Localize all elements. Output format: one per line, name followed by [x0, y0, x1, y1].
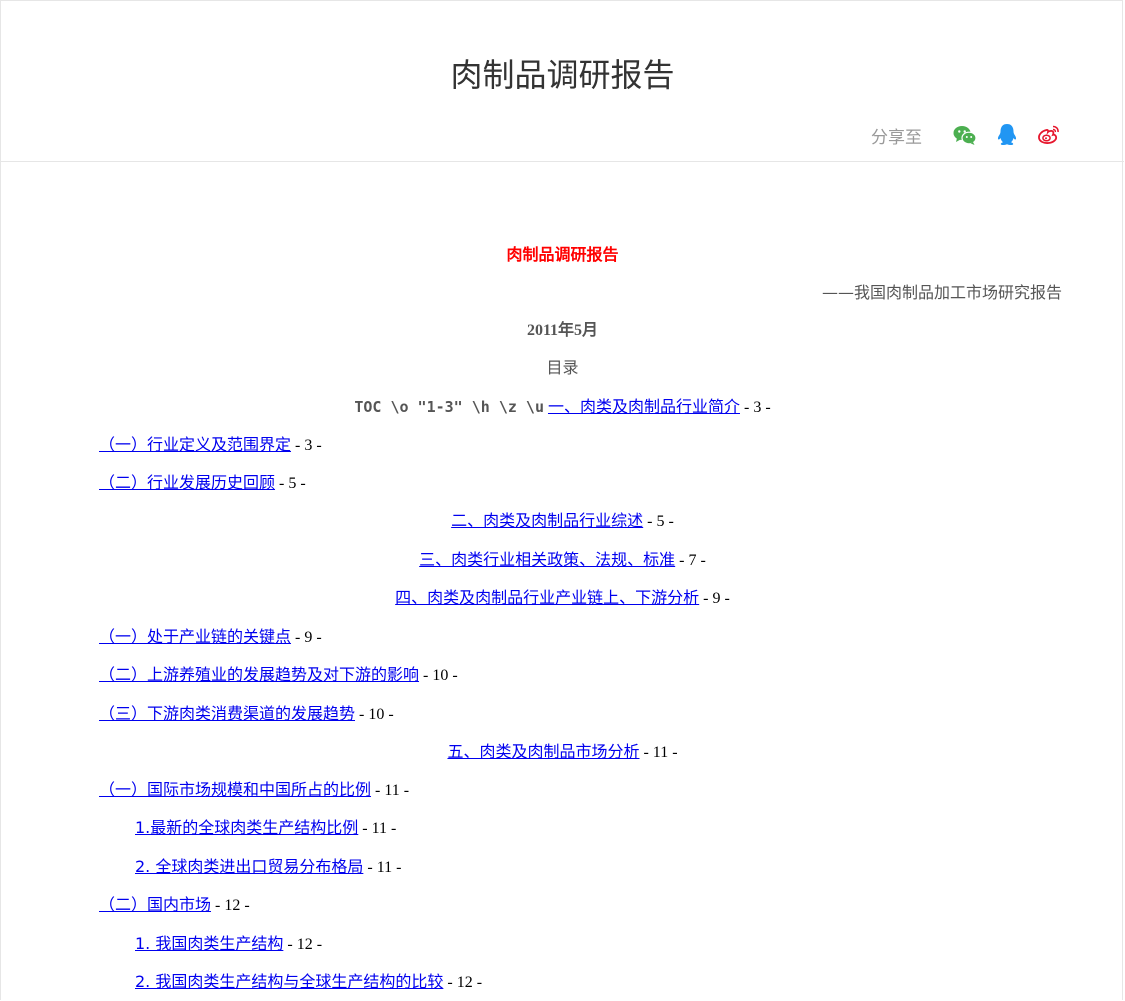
toc-heading-line: 目录: [1, 356, 1124, 380]
share-label: 分享至: [871, 127, 922, 148]
doc-date: 2011年5月: [526, 322, 599, 339]
toc-link[interactable]: （二）行业发展历史回顾: [99, 473, 275, 492]
toc-link[interactable]: 1. 我国肉类生产结构: [135, 934, 283, 953]
weibo-icon[interactable]: [1036, 122, 1062, 148]
toc-link[interactable]: 二、肉类及肉制品行业综述: [451, 511, 643, 530]
toc-entry: 四、肉类及肉制品行业产业链上、下游分析 - 9 -: [1, 586, 1124, 610]
toc-entry: （一）国际市场规模和中国所占的比例 - 11 -: [99, 778, 1062, 802]
doc-date-line: 2011年5月: [1, 319, 1124, 343]
toc-page: - 3 -: [291, 437, 322, 454]
toc-link[interactable]: （一）行业定义及范围界定: [99, 435, 291, 454]
toc-entry: 三、肉类行业相关政策、法规、标准 - 7 -: [1, 548, 1124, 572]
toc-link[interactable]: 1.最新的全球肉类生产结构比例: [135, 818, 358, 837]
doc-title-line: 肉制品调研报告: [1, 243, 1124, 267]
toc-link[interactable]: （一）国际市场规模和中国所占的比例: [99, 780, 371, 799]
toc-link[interactable]: 三、肉类行业相关政策、法规、标准: [419, 550, 675, 569]
toc-page: - 11 -: [639, 744, 678, 761]
toc-entry: 五、肉类及肉制品市场分析 - 11 -: [1, 740, 1124, 764]
wechat-icon[interactable]: [952, 122, 978, 148]
toc-entry: （二）国内市场 - 12 -: [99, 893, 1062, 917]
toc-page: - 11 -: [358, 820, 397, 837]
page-frame: 肉制品调研报告 分享至 肉制品调研报告 ——我国肉制品加工市场研究报告 2011…: [0, 0, 1124, 1001]
toc-page: - 12 -: [443, 974, 483, 991]
toc-heading: 目录: [546, 358, 579, 377]
toc-page: - 7 -: [675, 552, 706, 569]
toc-page: - 9 -: [699, 590, 730, 607]
toc-link[interactable]: （二）上游养殖业的发展趋势及对下游的影响: [99, 665, 419, 684]
toc-entry: 1.最新的全球肉类生产结构比例 - 11 -: [135, 816, 1062, 840]
toc-link[interactable]: 一、肉类及肉制品行业简介: [548, 397, 740, 416]
toc-entry: （一）处于产业链的关键点 - 9 -: [99, 625, 1062, 649]
page-title: 肉制品调研报告: [450, 56, 675, 94]
toc-link[interactable]: 五、肉类及肉制品市场分析: [447, 742, 639, 761]
document-content: 肉制品调研报告 ——我国肉制品加工市场研究报告 2011年5月 目录 TOC \…: [1, 161, 1124, 1001]
doc-title: 肉制品调研报告: [506, 245, 619, 264]
toc-entry: （二）上游养殖业的发展趋势及对下游的影响 - 10 -: [99, 663, 1062, 687]
page-header: 肉制品调研报告 分享至: [1, 1, 1124, 162]
toc-page: - 11 -: [363, 859, 402, 876]
toc-entry: 1. 我国肉类生产结构 - 12 -: [135, 932, 1062, 956]
qq-icon[interactable]: [994, 122, 1020, 148]
toc-entry: 2. 我国肉类生产结构与全球生产结构的比较 - 12 -: [135, 970, 1062, 994]
toc-page: - 5 -: [643, 513, 674, 530]
toc-page: - 12 -: [211, 897, 250, 914]
toc-link[interactable]: （三）下游肉类消费渠道的发展趋势: [99, 704, 355, 723]
doc-subtitle: ——我国肉制品加工市场研究报告: [821, 283, 1062, 302]
toc-link[interactable]: 2. 全球肉类进出口贸易分布格局: [135, 857, 363, 876]
toc-page: - 10 -: [355, 706, 394, 723]
toc-page: - 3 -: [740, 399, 771, 416]
toc-field-code: TOC \o "1-3" \h \z \u: [354, 398, 544, 416]
toc-page: - 9 -: [291, 629, 322, 646]
toc-link[interactable]: 2. 我国肉类生产结构与全球生产结构的比较: [135, 972, 443, 991]
toc-link[interactable]: （二）国内市场: [99, 895, 211, 914]
toc-link[interactable]: 四、肉类及肉制品行业产业链上、下游分析: [395, 588, 699, 607]
share-bar: 分享至: [871, 121, 1062, 149]
toc-entry: TOC \o "1-3" \h \z \u 一、肉类及肉制品行业简介 - 3 -: [1, 395, 1124, 419]
toc-page: - 5 -: [275, 475, 306, 492]
toc-entry: （一）行业定义及范围界定 - 3 -: [99, 433, 1062, 457]
toc-page: - 12 -: [283, 936, 323, 953]
toc-page: - 11 -: [371, 782, 410, 799]
doc-subtitle-line: ——我国肉制品加工市场研究报告: [99, 281, 1062, 305]
toc-link[interactable]: （一）处于产业链的关键点: [99, 627, 291, 646]
toc-entry: 2. 全球肉类进出口贸易分布格局 - 11 -: [135, 855, 1062, 879]
toc-page: - 10 -: [419, 667, 458, 684]
toc-entry: （三）下游肉类消费渠道的发展趋势 - 10 -: [99, 702, 1062, 726]
toc-entry: （二）行业发展历史回顾 - 5 -: [99, 471, 1062, 495]
toc-entry: 二、肉类及肉制品行业综述 - 5 -: [1, 509, 1124, 533]
